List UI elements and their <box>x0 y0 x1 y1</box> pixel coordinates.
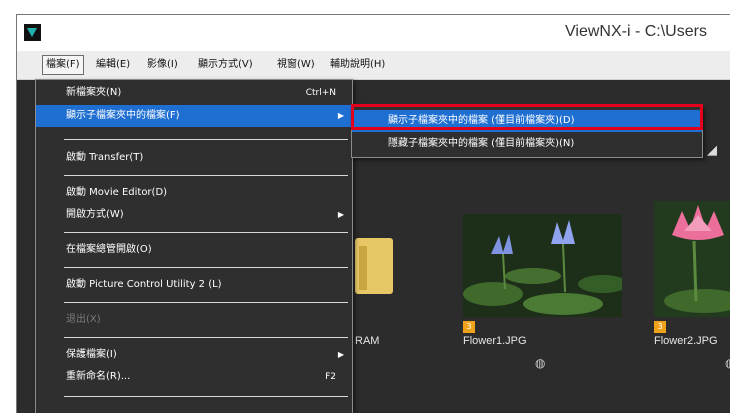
window-title: ViewNX-i - C:\Users <box>565 23 707 40</box>
submenu-item-label: 顯示子檔案夾中的檔案 (僅目前檔案夾)(D) <box>388 115 575 126</box>
folder-caption: RAM <box>355 335 380 347</box>
menu-item-launch-picture-control[interactable]: 啟動 Picture Control Utility 2 (L) <box>36 274 352 296</box>
menu-item-rename[interactable]: 重新命名(R)... F2 <box>36 366 352 388</box>
thumbnail-caption: Flower1.JPG <box>463 335 527 347</box>
submenu-item-show-current-folder-only[interactable]: 顯示子檔案夾中的檔案 (僅目前檔案夾)(D) <box>352 110 702 132</box>
menu-item-label: 重新命名(R)... <box>66 371 131 382</box>
menu-file[interactable]: 檔案(F) <box>42 55 84 75</box>
menu-item-shortcut: F2 <box>325 372 336 382</box>
submenu-item-hide-subfolder-files[interactable]: 隱藏子檔案夾中的檔案 (僅目前檔案夾)(N) <box>352 133 702 155</box>
submenu-arrow-icon: ▶ <box>337 210 344 219</box>
menu-item-protect-files[interactable]: 保護檔案(I) ▶ <box>36 344 352 366</box>
globe-icon: ◍ <box>535 356 546 370</box>
menu-item-shortcut: Ctrl+N <box>305 88 336 98</box>
menu-item-label: 啟動 Transfer(T) <box>66 152 144 163</box>
thumbnail-caption: Flower2.JPG <box>654 335 718 347</box>
menu-separator <box>64 337 348 338</box>
file-menu-dropdown: 新檔案夾(N) Ctrl+N 顯示子檔案夾中的檔案(F) ▶ 啟動 Transf… <box>35 79 353 413</box>
app-window: ViewNX-i - C:\Users 檔案(F) 編輯(E) 影像(I) 顯示… <box>16 14 730 413</box>
submenu-item-label: 隱藏子檔案夾中的檔案 (僅目前檔案夾)(N) <box>388 138 575 149</box>
menu-edit[interactable]: 編輯(E) <box>93 56 133 74</box>
thumbnail-flower1[interactable] <box>463 214 622 317</box>
menu-item-label: 開啟方式(W) <box>66 209 124 220</box>
globe-icon: ◍ <box>725 356 730 370</box>
menu-image[interactable]: 影像(I) <box>144 56 181 74</box>
menu-separator <box>64 267 348 268</box>
menu-item-label: 退出(X) <box>66 314 101 325</box>
menu-item-launch-movie-editor[interactable]: 啟動 Movie Editor(D) <box>36 182 352 204</box>
menu-item-label: 保護檔案(I) <box>66 349 117 360</box>
menu-separator <box>64 396 348 397</box>
menu-separator <box>64 175 348 176</box>
menu-help[interactable]: 輔助說明(H) <box>327 56 388 74</box>
menu-bar: 檔案(F) 編輯(E) 影像(I) 顯示方式(V) 視窗(W) 輔助說明(H) <box>17 51 730 80</box>
menu-separator <box>64 139 348 140</box>
menu-window[interactable]: 視窗(W) <box>274 56 318 74</box>
menu-item-label: 在檔案總管開啟(O) <box>66 244 152 255</box>
viewnx-app-icon <box>24 24 41 41</box>
menu-item-open-with[interactable]: 開啟方式(W) ▶ <box>36 204 352 226</box>
rating-badge: 3 <box>654 321 666 333</box>
menu-item-label: 啟動 Picture Control Utility 2 (L) <box>66 279 222 290</box>
submenu-arrow-icon: ▶ <box>337 111 344 120</box>
menu-item-label: 顯示子檔案夾中的檔案(F) <box>66 110 180 121</box>
menu-item-label: 啟動 Movie Editor(D) <box>66 187 168 198</box>
menu-item-launch-transfer[interactable]: 啟動 Transfer(T) <box>36 147 352 169</box>
rating-badge: 3 <box>463 321 475 333</box>
title-bar: ViewNX-i - C:\Users <box>17 15 730 51</box>
thumbnail-flower2[interactable] <box>654 201 730 317</box>
menu-separator <box>64 232 348 233</box>
show-subfolder-submenu: 顯示子檔案夾中的檔案 (僅目前檔案夾)(D) 隱藏子檔案夾中的檔案 (僅目前檔案… <box>351 106 703 158</box>
toolbar-tool-icon[interactable]: ◢ <box>707 143 717 158</box>
menu-item-new-folder[interactable]: 新檔案夾(N) Ctrl+N <box>36 82 352 104</box>
submenu-arrow-icon: ▶ <box>337 350 344 359</box>
menu-item-open-in-file-manager[interactable]: 在檔案總管開啟(O) <box>36 239 352 261</box>
menu-item-label: 新檔案夾(N) <box>66 87 122 98</box>
folder-thumbnail[interactable] <box>355 238 393 294</box>
menu-item-show-subfolder-files[interactable]: 顯示子檔案夾中的檔案(F) ▶ <box>36 105 352 127</box>
menu-view[interactable]: 顯示方式(V) <box>195 56 256 74</box>
menu-separator <box>64 302 348 303</box>
menu-item-exit: 退出(X) <box>36 309 352 331</box>
